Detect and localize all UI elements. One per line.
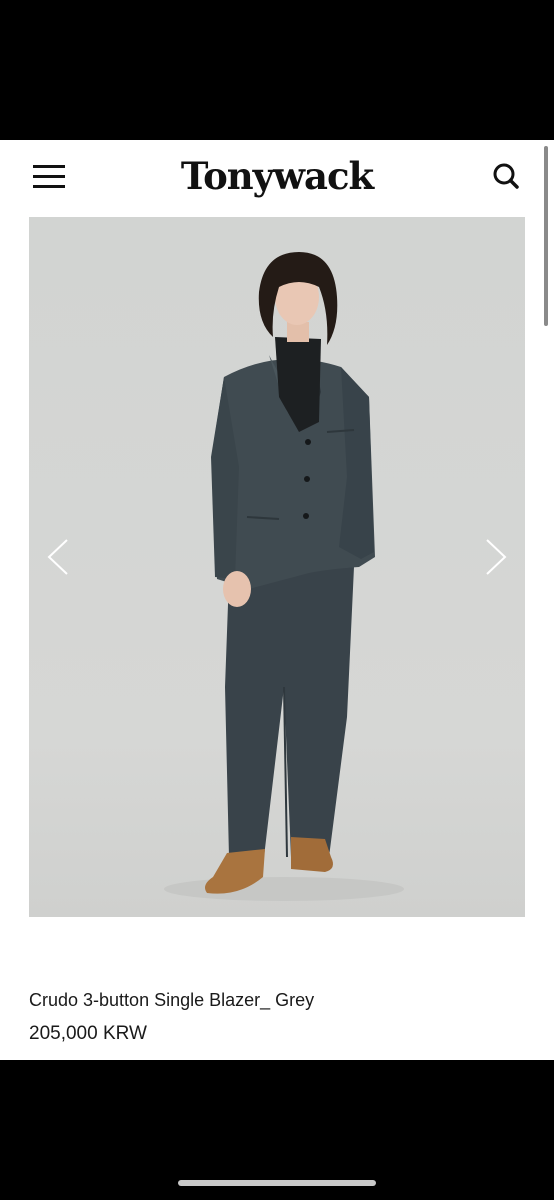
product-price: 205,000 KRW xyxy=(29,1023,147,1044)
chevron-right-icon xyxy=(486,539,507,575)
previous-image-button[interactable] xyxy=(39,532,79,582)
brand-logo[interactable]: Tonywack xyxy=(0,152,554,200)
product-photo xyxy=(29,217,525,917)
search-button[interactable] xyxy=(490,160,522,192)
scrollbar[interactable] xyxy=(544,146,548,326)
product-page: Tonywack Crudo 3-button Single Blazer_ G… xyxy=(0,140,554,1060)
search-icon xyxy=(493,163,519,189)
home-indicator[interactable] xyxy=(178,1180,376,1186)
chevron-left-icon xyxy=(47,539,68,575)
next-image-button[interactable] xyxy=(475,532,515,582)
product-name: Crudo 3-button Single Blazer_ Grey xyxy=(29,990,315,1010)
site-header: Tonywack xyxy=(0,140,554,326)
product-image-gallery[interactable] xyxy=(29,217,525,917)
